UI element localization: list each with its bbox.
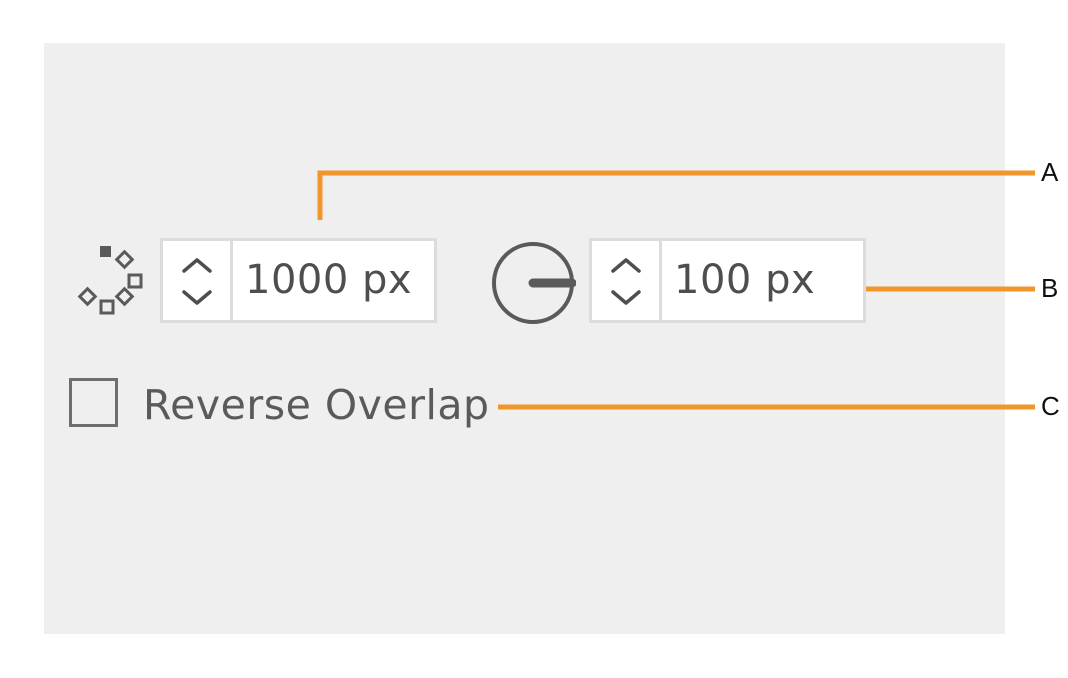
callout-label-b: B xyxy=(1041,273,1059,303)
stage: 1000 px 100 px Reverse Overlap A B C xyxy=(0,0,1068,678)
callout-label-c: C xyxy=(1041,391,1060,421)
callout-label-a: A xyxy=(1041,157,1059,187)
callout-lines xyxy=(317,170,1035,410)
callout-line-a xyxy=(317,170,1035,220)
